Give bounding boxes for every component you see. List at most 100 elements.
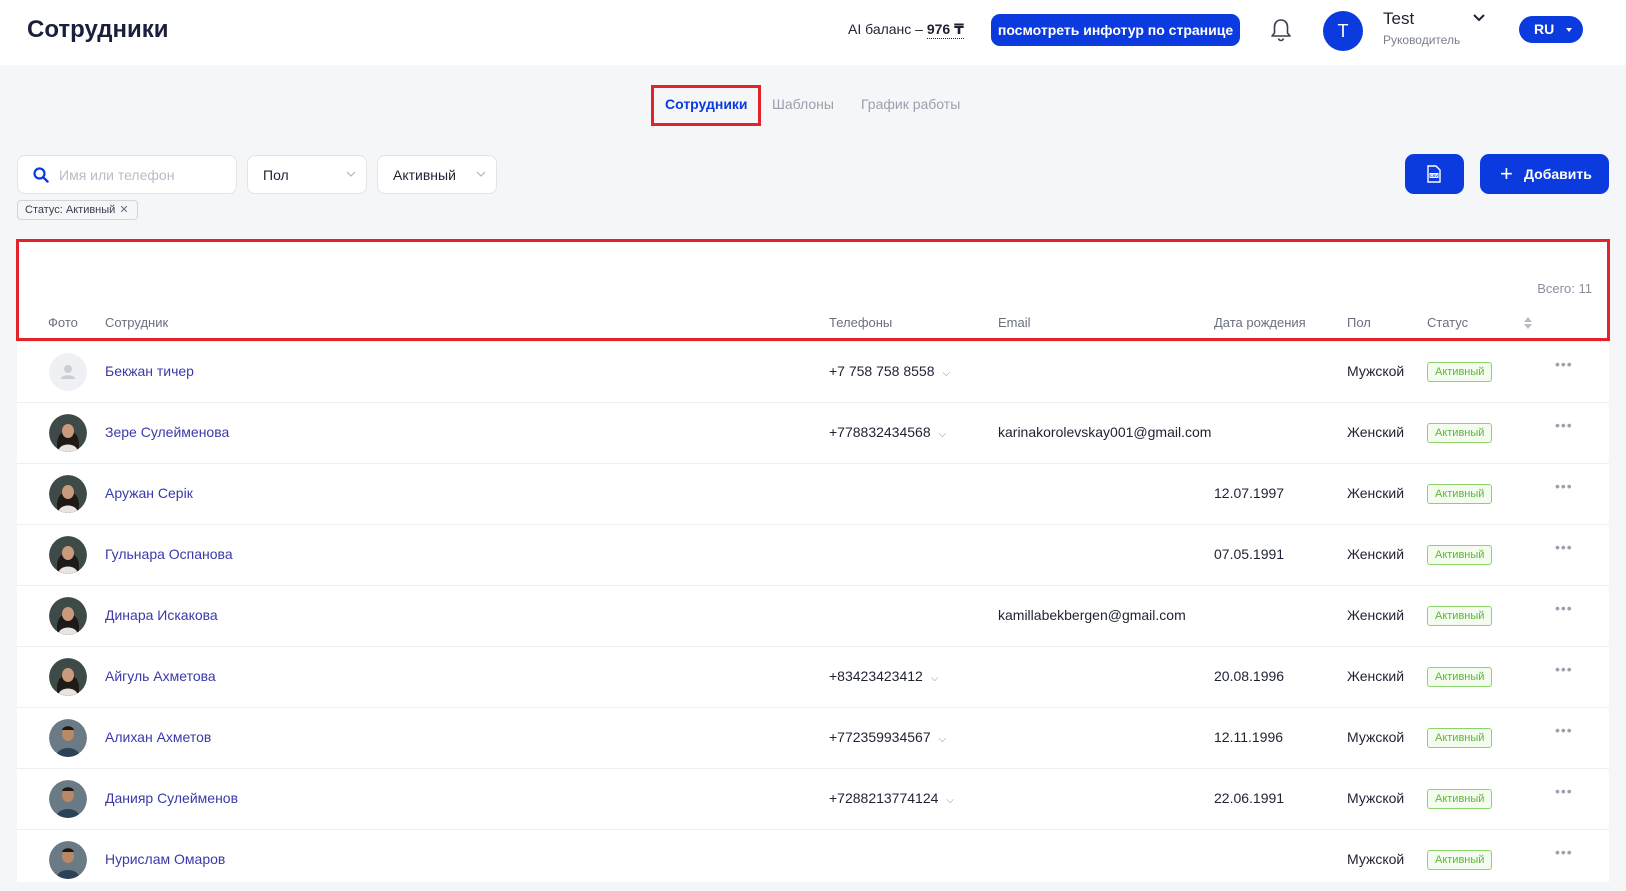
employee-gender-text: Женский [1347, 546, 1405, 562]
table-row[interactable]: Динара Искакова kamillabekbergen@gmail.co… [17, 585, 1609, 647]
status-badge-text: Активный [1435, 793, 1485, 805]
status-badge: Активный [1427, 484, 1493, 504]
employee-name-text: Бекжан тичер [105, 363, 194, 379]
avatar-image [49, 658, 87, 696]
status-badge: Активный [1427, 606, 1493, 626]
employee-name-text: Алихан Ахметов [105, 729, 212, 745]
tab-work-schedule[interactable]: График работы [861, 96, 960, 112]
status-badge-text: Активный [1435, 427, 1485, 439]
employee-birthdate: 12.07.1997 [1214, 485, 1284, 501]
employee-gender: Женский [1347, 668, 1404, 684]
chevron-down-icon[interactable]: ⌵ [931, 673, 939, 684]
search-input[interactable]: Имя или телефон [17, 155, 237, 194]
table-row[interactable]: Гульнара Оспанова 07.05.1991 Женский Активн… [17, 524, 1609, 586]
close-icon[interactable]: ✕ [119, 204, 128, 216]
employee-birthdate-text: 22.06.1991 [1214, 790, 1285, 806]
chevron-down-icon[interactable]: ⌵ [939, 429, 947, 440]
top-header: Сотрудники AI баланс – 976 ₸ посмотреть … [0, 0, 1626, 65]
gender-select-value: Пол [263, 167, 289, 183]
status-badge: Активный [1427, 850, 1493, 870]
search-icon [33, 167, 49, 183]
employee-name-text: Данияр Сулейменов [105, 790, 239, 806]
employee-name[interactable]: Данияр Сулейменов [105, 790, 238, 806]
status-badge-text: Активный [1435, 488, 1485, 500]
employee-phone-text: +83423423412 [829, 668, 923, 684]
employee-name[interactable]: Зере Сулейменова [105, 424, 229, 440]
more-options-icon[interactable]: ••• [1555, 783, 1573, 799]
employee-avatar [49, 658, 87, 696]
more-options-icon[interactable]: ••• [1555, 417, 1573, 433]
employee-name[interactable]: Нурислам Омаров [105, 851, 225, 867]
user-name[interactable]: Test [1383, 9, 1414, 29]
table-row[interactable]: Данияр Сулейменов +7288213774124 ⌵ 22.06.19… [17, 768, 1609, 830]
status-select[interactable]: Активный [377, 155, 497, 194]
employee-name[interactable]: Гульнара Оспанова [105, 546, 233, 562]
employee-gender: Женский [1347, 424, 1404, 440]
employee-birthdate: 20.08.1996 [1214, 668, 1284, 684]
employee-gender: Мужской [1347, 729, 1404, 745]
notification-bell-icon[interactable] [1270, 18, 1292, 42]
search-placeholder: Имя или телефон [59, 167, 175, 183]
employee-name[interactable]: Аружан Серік [105, 485, 193, 501]
employee-birthdate: 07.05.1991 [1214, 546, 1284, 562]
status-badge-text: Активный [1435, 854, 1485, 866]
employee-avatar [49, 475, 87, 513]
more-options-icon[interactable]: ••• [1555, 600, 1573, 616]
gender-select[interactable]: Пол [247, 155, 367, 194]
chevron-down-icon[interactable]: ⌵ [946, 795, 954, 806]
employee-phone-text: +7288213774124 [829, 790, 939, 806]
tab-templates[interactable]: Шаблоны [772, 96, 834, 112]
info-tour-button[interactable]: посмотреть инфотур по странице [991, 14, 1240, 46]
table-row[interactable]: Зере Сулейменова +778832434568 ⌵ karinakoro… [17, 402, 1609, 464]
status-badge-text: Активный [1435, 366, 1485, 378]
status-badge: Активный [1427, 545, 1493, 565]
chevron-down-icon [476, 171, 486, 177]
employee-gender-text: Мужской [1347, 363, 1405, 379]
table-row[interactable]: Бекжан тичер +7 758 758 8558 ⌵ Мужской Актив… [17, 341, 1609, 403]
employee-name-text: Айгуль Ахметова [105, 668, 216, 684]
export-csv-button[interactable]: CSV [1405, 154, 1464, 194]
employee-email: kamillabekbergen@gmail.com [998, 607, 1186, 623]
chevron-down-icon[interactable]: ⌵ [943, 368, 951, 379]
ai-balance-label: AI баланс – [848, 21, 923, 37]
employee-name[interactable]: Алихан Ахметов [105, 729, 211, 745]
status-badge: Активный [1427, 728, 1493, 748]
employee-avatar [49, 353, 87, 391]
status-badge-text: Активный [1435, 610, 1485, 622]
more-options-icon[interactable]: ••• [1555, 661, 1573, 677]
table-row[interactable]: Айгуль Ахметова +83423423412 ⌵ 20.08.1996 Же… [17, 646, 1609, 708]
employee-gender: Мужской [1347, 790, 1404, 806]
employee-phone: +772359934567 ⌵ [829, 729, 946, 745]
status-badge: Активный [1427, 423, 1493, 443]
language-select[interactable]: RU [1519, 16, 1583, 43]
table-row[interactable]: Алихан Ахметов +772359934567 ⌵ 12.11.1996 Му… [17, 707, 1609, 769]
employee-gender-text: Мужской [1347, 851, 1405, 867]
employee-gender-text: Женский [1347, 607, 1405, 623]
table-row[interactable]: Аружан Серік 12.07.1997 Женский Активный ••• [17, 463, 1609, 525]
employee-name[interactable]: Динара Искакова [105, 607, 218, 623]
more-options-icon[interactable]: ••• [1555, 722, 1573, 738]
chevron-down-icon[interactable]: ⌵ [939, 734, 947, 745]
employee-birthdate-text: 12.11.1996 [1214, 729, 1284, 745]
employee-name[interactable]: Айгуль Ахметова [105, 668, 216, 684]
plus-icon: + [1500, 161, 1513, 186]
more-options-icon[interactable]: ••• [1555, 478, 1573, 494]
status-badge-text: Активный [1435, 549, 1485, 561]
ai-balance-amount[interactable]: 976 ₸ [926, 21, 964, 39]
more-options-icon[interactable]: ••• [1555, 356, 1573, 372]
chevron-down-icon [346, 171, 356, 177]
ai-balance: AI баланс – 976 ₸ [848, 21, 964, 39]
add-employee-button[interactable]: + Добавить [1480, 154, 1609, 194]
page-title: Сотрудники [27, 16, 169, 43]
employee-birthdate: 12.11.1996 [1214, 729, 1283, 745]
employee-gender: Мужской [1347, 851, 1404, 867]
employee-gender-text: Женский [1347, 485, 1405, 501]
more-options-icon[interactable]: ••• [1555, 844, 1573, 860]
avatar-image [49, 475, 87, 513]
more-options-icon[interactable]: ••• [1555, 539, 1573, 555]
svg-text:CSV: CSV [1430, 173, 1439, 178]
user-avatar[interactable]: T [1323, 11, 1363, 51]
chevron-down-icon[interactable] [1473, 14, 1485, 22]
employee-name[interactable]: Бекжан тичер [105, 363, 194, 379]
employee-name-text: Нурислам Омаров [105, 851, 226, 867]
